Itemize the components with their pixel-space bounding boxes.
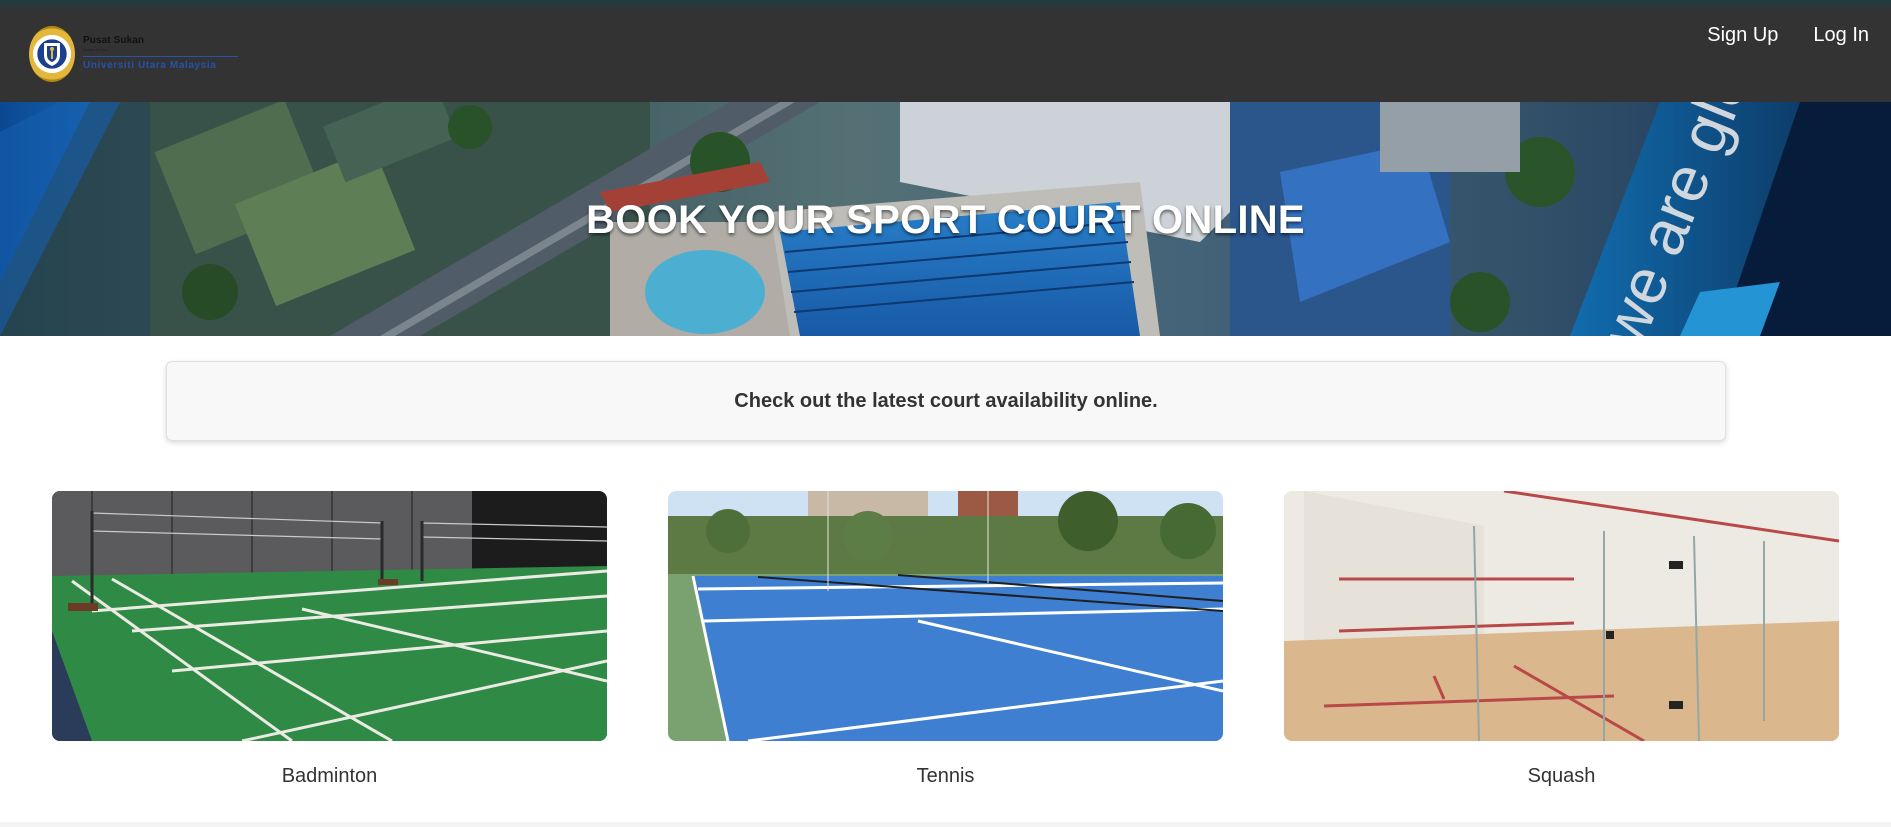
availability-notice: Check out the latest court availability … xyxy=(166,361,1726,441)
sport-card-squash[interactable]: Squash xyxy=(1284,491,1839,788)
sport-card-label: Squash xyxy=(1527,765,1596,787)
page-bottom-edge xyxy=(0,822,1891,827)
nav-links: Sign Up Log In xyxy=(1672,24,1869,47)
badminton-court-photo xyxy=(52,491,607,741)
login-link[interactable]: Log In xyxy=(1813,24,1869,47)
sport-card-tennis[interactable]: Tennis xyxy=(668,491,1223,788)
brand-text: Pusat Sukan Sports Centre Universiti Uta… xyxy=(83,35,238,71)
brand-subtitle: Sports Centre xyxy=(83,47,108,52)
top-accent-strip xyxy=(0,0,1891,7)
navbar: Pusat Sukan Sports Centre Universiti Uta… xyxy=(0,7,1891,102)
sport-card-badminton[interactable]: Badminton xyxy=(52,491,607,788)
brand-divider xyxy=(83,56,238,57)
tennis-court-photo xyxy=(668,491,1223,741)
sport-card-label: Tennis xyxy=(916,765,975,787)
brand-university: Universiti Utara Malaysia xyxy=(83,60,217,71)
uum-seal-icon xyxy=(29,26,75,82)
signup-link[interactable]: Sign Up xyxy=(1707,24,1778,47)
brand-logo-link[interactable]: Pusat Sukan Sports Centre Universiti Uta… xyxy=(29,26,238,82)
sport-card-label: Badminton xyxy=(281,765,378,787)
brand-title: Pusat Sukan xyxy=(83,35,145,46)
hero-banner: we are glo BOOK YOUR SPORT COURT ONLINE xyxy=(0,102,1891,336)
hero-title: BOOK YOUR SPORT COURT ONLINE xyxy=(586,198,1305,242)
squash-court-photo xyxy=(1284,491,1839,741)
availability-notice-text: Check out the latest court availability … xyxy=(734,389,1158,412)
